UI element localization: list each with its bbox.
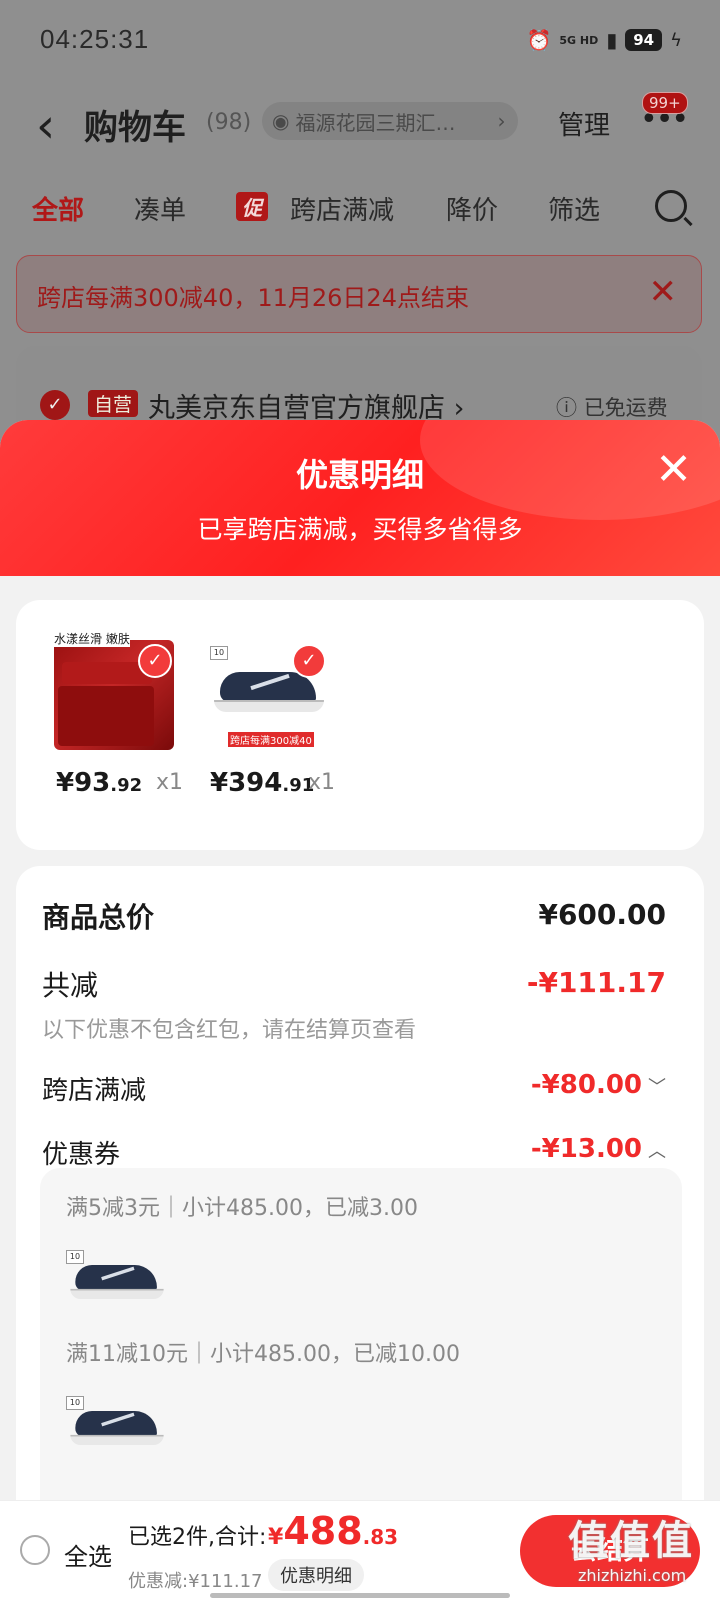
product-cream[interactable]: 水漾丝滑 嫩肤 ✓ [54, 630, 184, 750]
product-price: ¥394.91 [210, 768, 315, 798]
freight-info: ⓘ 已免运费 [556, 396, 668, 420]
product-image: 水漾丝滑 嫩肤 ✓ [54, 630, 174, 750]
reduce-value: -¥111.17 [526, 966, 666, 999]
select-all-radio[interactable] [20, 1535, 50, 1565]
cross-store-label: 跨店满减 [42, 1076, 147, 1106]
total-price: ¥488.83 [268, 1509, 399, 1553]
tab-filter[interactable]: 筛选 [548, 190, 600, 227]
message-badge: 99+ [642, 92, 688, 114]
reduce-note: 以下优惠不包含红包，请在结算页查看 [42, 1018, 417, 1043]
charging-icon: ϟ [670, 29, 682, 51]
check-icon[interactable]: ✓ [40, 390, 70, 420]
coupon-product-image: 10 [64, 1234, 164, 1330]
chevron-right-icon: › [497, 109, 506, 133]
eye-icon: ◉ [272, 109, 290, 133]
check-icon: ✓ [138, 644, 172, 678]
coupon-value[interactable]: -¥13.00 ︿ [531, 1134, 666, 1164]
coupon-product-image: 10 [64, 1380, 164, 1476]
close-icon[interactable]: ✕ [655, 444, 692, 495]
status-time: 04:25:31 [40, 24, 150, 54]
coupon-label: 优惠券 [42, 1140, 121, 1170]
address-selector[interactable]: ◉ 福源花园三期汇… › [262, 102, 518, 140]
product-image: 10 跨店每满300减40 ✓ [208, 630, 328, 750]
self-operated-tag: 自营 [88, 390, 139, 417]
product-label: 水漾丝滑 嫩肤 [54, 630, 130, 647]
select-all-label[interactable]: 全选 [64, 1537, 112, 1572]
product-qty: x1 [308, 770, 336, 795]
signal-icon: ▮ [606, 28, 618, 52]
battery-indicator: 94 [625, 29, 663, 51]
selected-summary: 已选2件,合计: [128, 1525, 267, 1550]
promo-notice: 跨店每满300减40，11月26日24点结束 ✕ [16, 255, 702, 333]
filter-tabs: 全部 凑单 促 跨店满减 降价 筛选 [0, 190, 720, 234]
home-indicator [210, 1593, 510, 1598]
watermark-logo: 值值值 [568, 1518, 694, 1564]
coupon-line: 满11减10元｜小计485.00，已减10.00 [66, 1342, 460, 1367]
discount-detail-sheet: 优惠明细 已享跨店满减，买得多省得多 ✕ 水漾丝滑 嫩肤 ✓ ¥93.92 x1… [0, 420, 720, 1600]
sheet-title: 优惠明细 [295, 456, 424, 494]
discount-summary: 商品总价 ¥600.00 共减 -¥111.17 以下优惠不包含红包，请在结算页… [16, 866, 704, 1600]
alarm-icon: ⏰ [526, 28, 552, 52]
address-text: 福源花园三期汇… [295, 110, 456, 135]
product-qty: x1 [156, 770, 184, 795]
search-icon[interactable] [655, 190, 687, 222]
manage-button[interactable]: 管理 [558, 105, 610, 142]
tab-bundle[interactable]: 凑单 [134, 190, 186, 227]
sheet-subtitle: 已享跨店满减，买得多省得多 [197, 515, 523, 544]
chevron-up-icon: ︿ [648, 1141, 666, 1162]
promo-tag: 促 [236, 192, 268, 221]
reduce-label: 共减 [42, 969, 99, 1002]
close-icon[interactable]: ✕ [649, 272, 678, 312]
cart-count: (98) [206, 110, 252, 135]
tab-price-drop[interactable]: 降价 [446, 190, 498, 227]
chevron-down-icon: ﹀ [648, 1077, 666, 1098]
discount-detail-button[interactable]: 优惠明细 [268, 1559, 364, 1591]
notice-text: 跨店每满300减40，11月26日24点结束 [37, 284, 469, 312]
product-price: ¥93.92 [56, 768, 143, 798]
page-title: 购物车 [84, 108, 186, 148]
site-watermark: 值值值 zhizhizhi.com [560, 1500, 710, 1592]
size-box: 10 [210, 646, 228, 660]
discount-summary-text: 优惠减:¥111.17 [128, 1571, 263, 1592]
network-indicator: 5G HD [559, 33, 599, 47]
total-value: ¥600.00 [538, 898, 666, 931]
cross-store-value[interactable]: -¥80.00 ﹀ [531, 1070, 666, 1100]
back-icon[interactable]: ‹ [36, 98, 55, 154]
coupon-line: 满5减3元｜小计485.00，已减3.00 [66, 1196, 418, 1221]
shoe-promo-tag: 跨店每满300减40 [228, 732, 314, 747]
sheet-header: 优惠明细 已享跨店满减，买得多省得多 ✕ [0, 420, 720, 576]
check-icon: ✓ [292, 644, 326, 678]
tab-all[interactable]: 全部 [32, 190, 84, 227]
total-label: 商品总价 [42, 901, 155, 934]
tab-cross-store[interactable]: 跨店满减 [290, 190, 394, 227]
product-shoe[interactable]: 10 跨店每满300减40 ✓ [208, 630, 338, 750]
watermark-url: zhizhizhi.com [578, 1566, 687, 1585]
selected-products: 水漾丝滑 嫩肤 ✓ ¥93.92 x1 10 跨店每满300减40 ✓ ¥394… [16, 600, 704, 850]
status-indicators: ⏰ 5G HD ▮ 94 ϟ [526, 28, 682, 52]
